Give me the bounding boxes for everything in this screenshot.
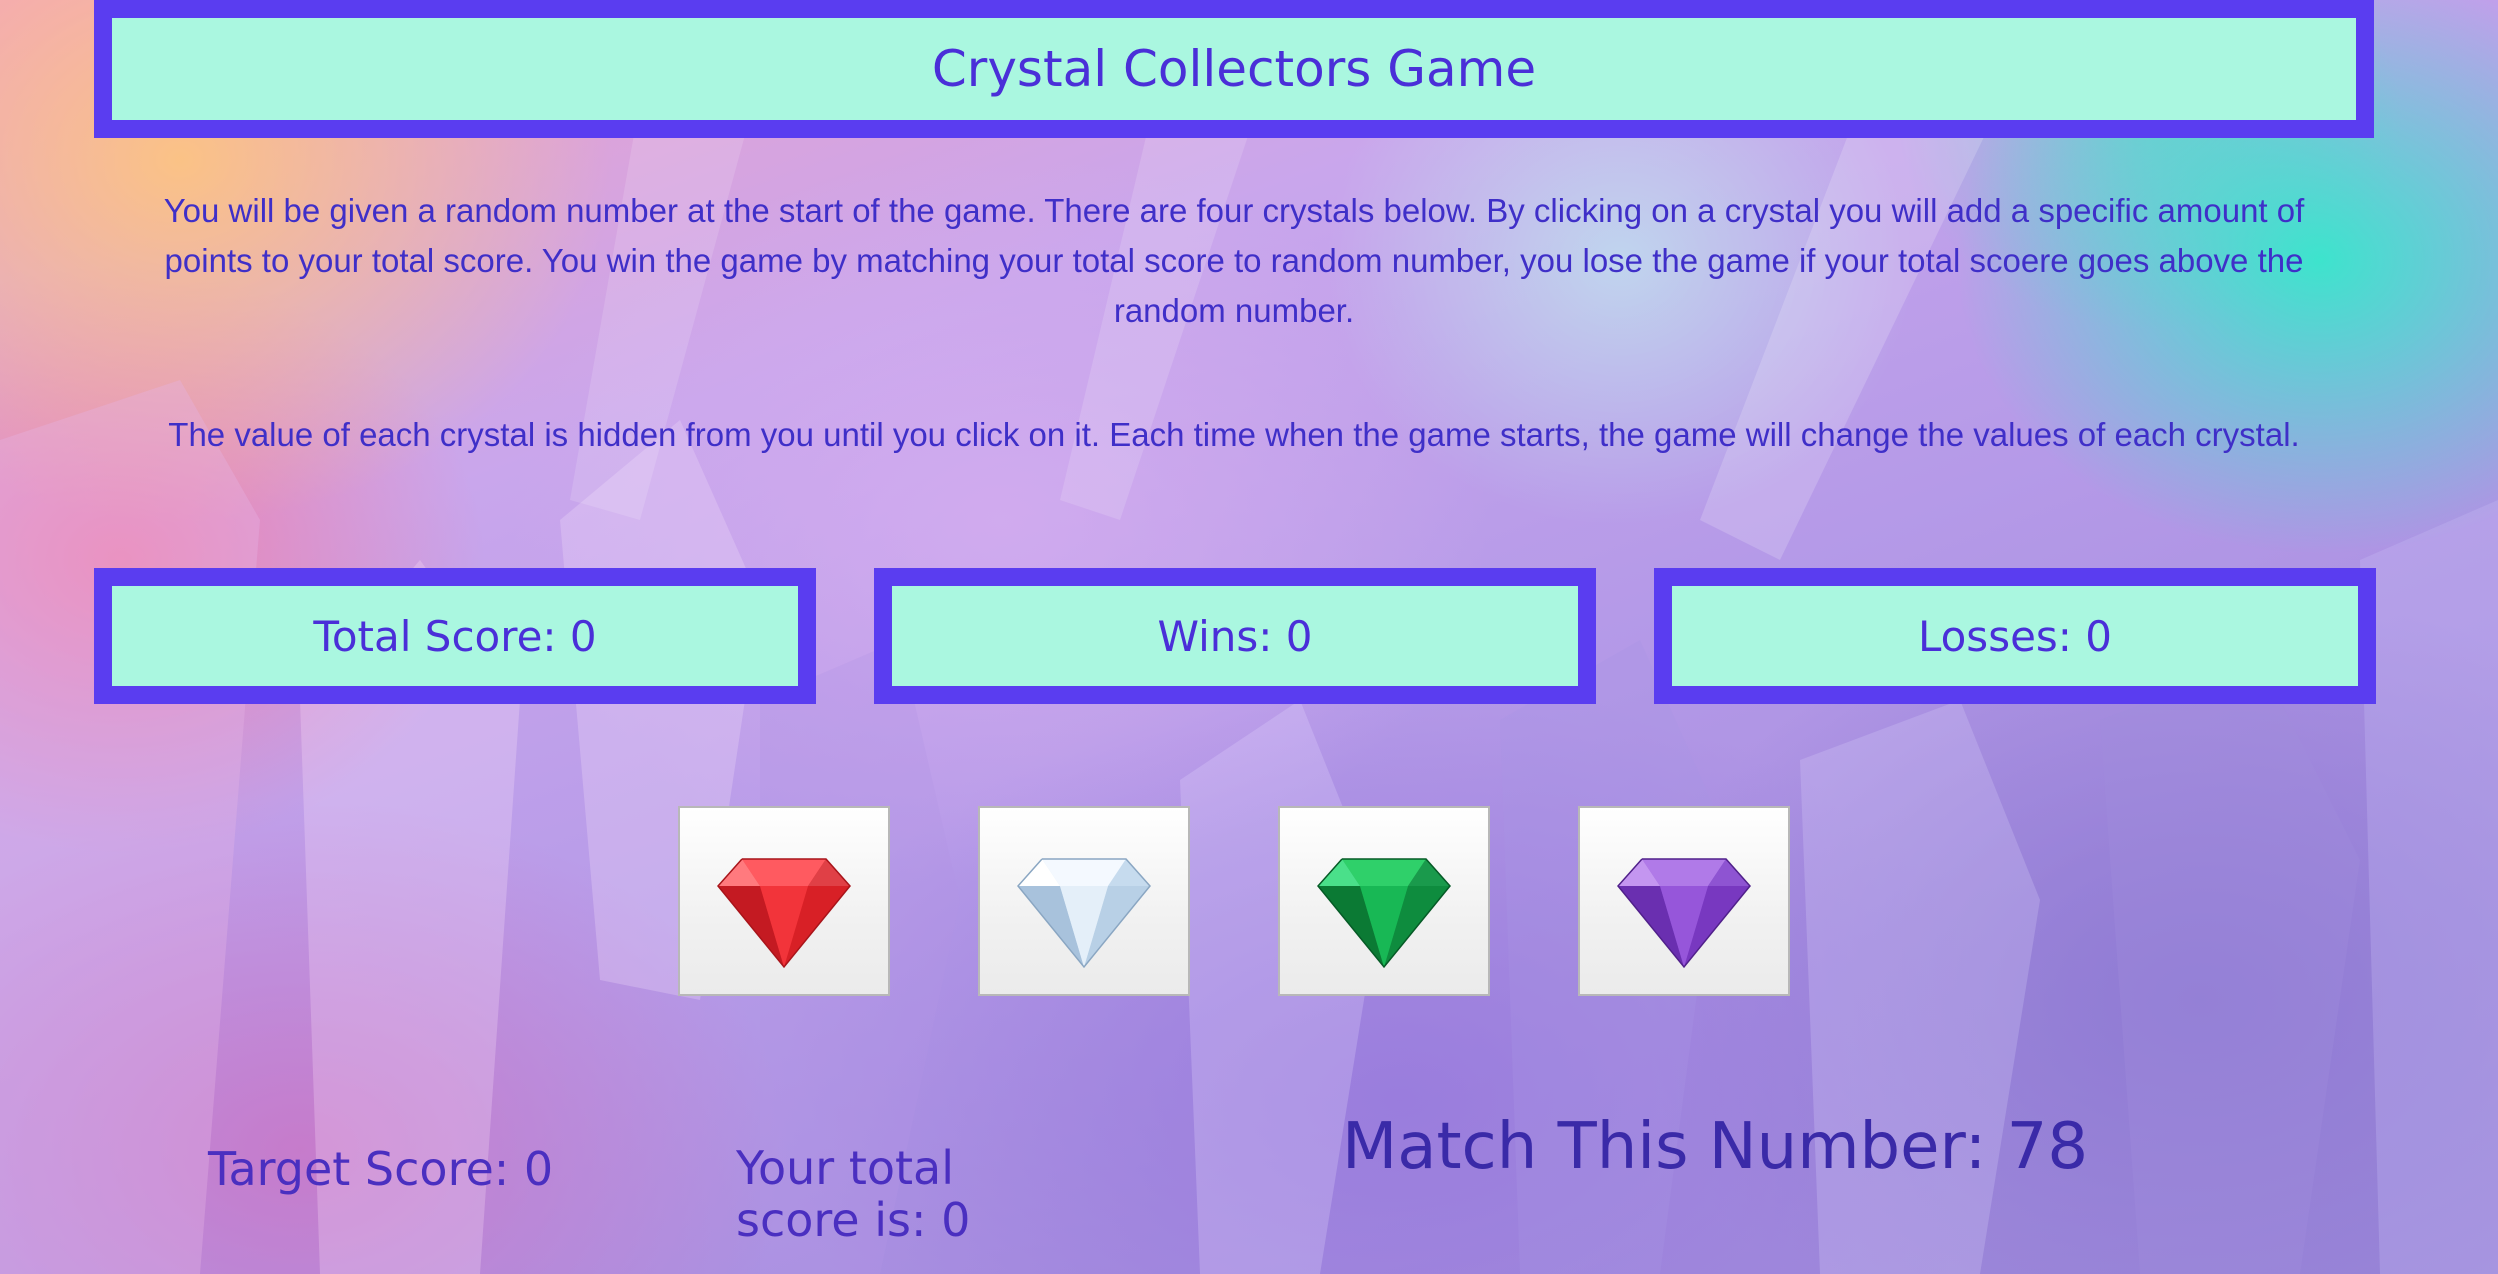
game-title: Crystal Collectors Game	[931, 40, 1537, 98]
purple-crystal-icon	[1617, 858, 1751, 969]
wins-label: Wins: 0	[1157, 611, 1313, 661]
purple-crystal-button[interactable]	[1578, 806, 1790, 996]
total-score-box: Total Score: 0	[94, 568, 816, 704]
green-crystal-button[interactable]	[1278, 806, 1490, 996]
target-score-text: Target Score: 0	[208, 1142, 554, 1196]
clear-crystal-button[interactable]	[978, 806, 1190, 996]
instructions-paragraph-2: The value of each crystal is hidden from…	[168, 416, 2300, 453]
total-score-label: Total Score: 0	[313, 611, 597, 661]
diamond-crystal-icon	[1017, 858, 1151, 969]
instructions-paragraph-1: You will be given a random number at the…	[163, 192, 2305, 329]
red-crystal-button[interactable]	[678, 806, 890, 996]
game-title-banner: Crystal Collectors Game	[94, 0, 2374, 138]
wins-box: Wins: 0	[874, 568, 1596, 704]
losses-label: Losses: 0	[1917, 611, 2113, 661]
losses-box: Losses: 0	[1654, 568, 2376, 704]
red-crystal-icon	[717, 858, 851, 969]
match-number-text: Match This Number: 78	[1342, 1110, 2089, 1184]
your-total-score-text: Your total score is: 0	[736, 1141, 971, 1247]
green-crystal-icon	[1317, 858, 1451, 969]
